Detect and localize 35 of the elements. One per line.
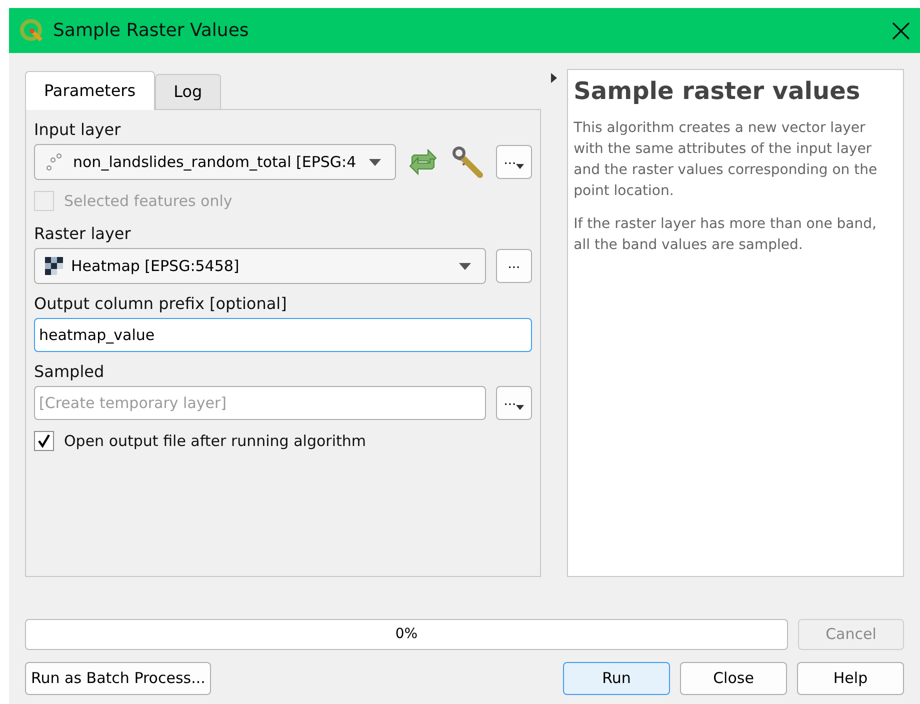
progress-reading: 0% [395,625,418,644]
checkbox[interactable] [34,431,54,452]
field-label: Output column prefix [optional] [34,293,288,314]
window-title: Sample Raster Values [53,19,250,43]
field-label: Input layer [34,119,122,140]
help-title: Sample raster values [574,76,862,106]
batch-process-button[interactable]: Run as Batch Process... [25,662,212,695]
browse-button[interactable]: ... [496,386,532,420]
browse-button[interactable]: ... [496,145,532,179]
dropdown-caret-icon [369,158,381,166]
wrench-icon[interactable] [450,145,486,179]
raster-icon [45,257,63,275]
checkmark-icon [37,434,51,448]
input-field[interactable]: heatmap_value [34,318,532,352]
output-field[interactable]: [Create temporary layer] [34,386,486,420]
dropdown-caret-icon [516,164,524,169]
tab[interactable]: Parameters [25,71,155,110]
help-text: This algorithm creates a new vector layer with the same attributes of the input layer and the raster values corresponding on the point location. [574,119,878,201]
input-layer-dropdown[interactable]: non_landslides_random_total [EPSG:4 [34,144,396,180]
tab[interactable]: Log [154,74,222,109]
browse-button[interactable]: ... [496,249,532,283]
raster-layer-dropdown[interactable]: Heatmap [EPSG:5458] [34,248,486,284]
checkbox-label: Selected features only [64,190,232,212]
checkbox-label: Open output file after running algorithm [64,431,366,452]
dialog-button[interactable]: Run [563,662,670,695]
dialog-button[interactable]: Close [680,662,787,695]
help-text: If the raster layer has more than one band, all the band values are sampled. [574,215,878,255]
dropdown-caret-icon [459,262,471,270]
close-icon[interactable] [892,22,910,40]
collapse-arrow-icon[interactable] [550,73,557,83]
dropdown-caret-icon [516,405,524,410]
dialog-button[interactable]: Help [797,662,904,695]
field-label: Raster layer [34,223,132,244]
field-label: Sampled [34,361,106,382]
app-logo-icon [19,18,45,44]
